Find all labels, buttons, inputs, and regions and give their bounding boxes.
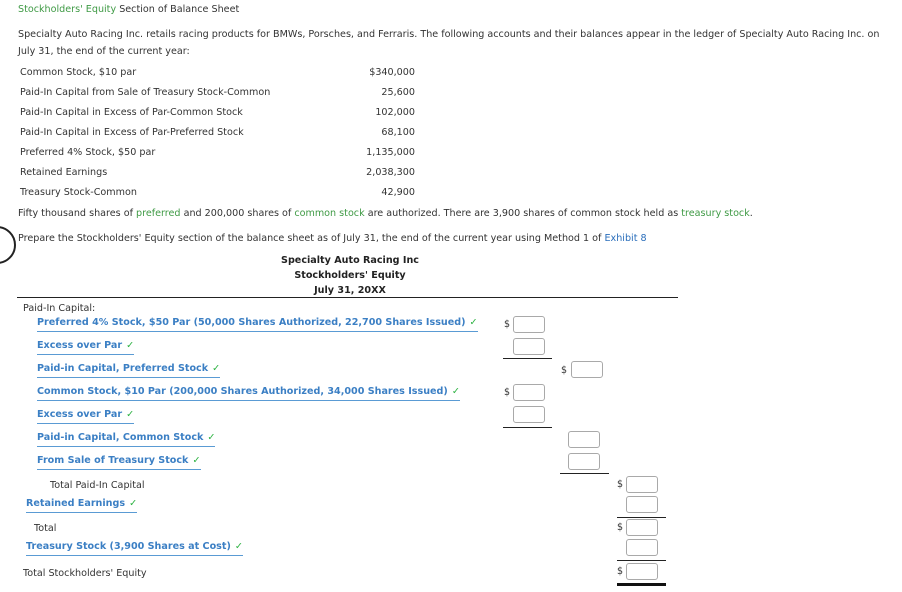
row-select-preferred-excess[interactable]: Excess over Par ✓ [37, 340, 135, 355]
total-amount-input[interactable] [626, 519, 658, 536]
common-stock-term[interactable]: common stock [294, 208, 364, 219]
account-value: 102,000 [375, 107, 415, 118]
page-header: Stockholders' Equity Section of Balance … [18, 4, 239, 15]
header-highlight: Stockholders' Equity [18, 4, 117, 15]
header-rest: Section of Balance Sheet [116, 4, 240, 15]
statement-company: Specialty Auto Racing Inc [281, 255, 419, 266]
preferred-excess-amount-input[interactable] [513, 338, 545, 355]
row-select-treasury-cost[interactable]: Treasury Stock (3,900 Shares at Cost) ✓ [26, 541, 243, 556]
note-text: . [749, 208, 753, 219]
common-stock-amount-input[interactable] [513, 384, 545, 401]
account-name: Preferred 4% Stock, $50 par [20, 147, 156, 158]
account-name: Common Stock, $10 par [20, 67, 137, 78]
common-excess-amount-input[interactable] [513, 406, 545, 423]
currency-symbol: $ [617, 522, 624, 533]
note-text: and 200,000 shares of [180, 208, 295, 219]
check-icon: ✓ [234, 541, 243, 552]
row-label: Common Stock, $10 Par (200,000 Shares Au… [37, 386, 448, 397]
row-select-treasury-sale[interactable]: From Sale of Treasury Stock ✓ [37, 455, 201, 470]
statement-date: July 31, 20XX [314, 285, 386, 296]
note-text: Fifty thousand shares of [18, 208, 137, 219]
row-select-preferred-paid-in[interactable]: Paid-in Capital, Preferred Stock ✓ [37, 363, 221, 378]
check-icon: ✓ [126, 409, 135, 420]
total-equity-label: Total Stockholders' Equity [23, 568, 147, 579]
row-label: Treasury Stock (3,900 Shares at Cost) [26, 541, 231, 552]
row-label: Retained Earnings [26, 498, 126, 509]
subtotal-rule [503, 427, 552, 428]
intro-text: Specialty Auto Racing Inc. retails racin… [18, 29, 880, 57]
statement-title: Stockholders' Equity [294, 270, 406, 281]
currency-symbol: $ [561, 365, 568, 376]
authorization-note: Fifty thousand shares of preferred and 2… [18, 208, 753, 219]
row-label: Preferred 4% Stock, $50 Par (50,000 Shar… [37, 317, 466, 328]
retained-earnings-amount-input[interactable] [626, 496, 658, 513]
row-label: Excess over Par [37, 409, 123, 420]
account-name: Treasury Stock-Common [20, 187, 137, 198]
account-name: Retained Earnings [20, 167, 108, 178]
account-name: Paid-In Capital in Excess of Par-Common … [20, 107, 243, 118]
check-icon: ✓ [126, 340, 135, 351]
total-paid-in-amount-input[interactable] [626, 476, 658, 493]
account-value: $340,000 [369, 67, 415, 78]
instructions: Prepare the Stockholders' Equity section… [18, 233, 647, 244]
check-icon: ✓ [192, 455, 201, 466]
common-paid-in-amount-input[interactable] [568, 431, 600, 448]
row-select-preferred-stock[interactable]: Preferred 4% Stock, $50 Par (50,000 Shar… [37, 317, 478, 332]
row-select-common-stock[interactable]: Common Stock, $10 Par (200,000 Shares Au… [37, 386, 460, 401]
subtotal-rule [617, 517, 666, 518]
account-value: 25,600 [381, 87, 415, 98]
row-label: Paid-in Capital, Preferred Stock [37, 363, 209, 374]
currency-symbol: $ [617, 479, 624, 490]
account-value: 2,038,300 [366, 167, 415, 178]
total-label: Total [34, 523, 57, 534]
check-icon: ✓ [212, 363, 221, 374]
check-icon: ✓ [207, 432, 216, 443]
account-value: 1,135,000 [366, 147, 415, 158]
total-equity-amount-input[interactable] [626, 563, 658, 580]
treasury-stock-term[interactable]: treasury stock [681, 208, 750, 219]
row-select-retained-earnings[interactable]: Retained Earnings ✓ [26, 498, 138, 513]
subtotal-rule [560, 473, 609, 474]
paid-in-capital-label: Paid-In Capital: [23, 303, 96, 314]
preferred-stock-amount-input[interactable] [513, 316, 545, 333]
question-marker-circle [0, 226, 16, 264]
double-total-rule [617, 583, 666, 586]
check-icon: ✓ [451, 386, 460, 397]
preferred-term[interactable]: preferred [136, 208, 181, 219]
note-text: are authorized. There are 3,900 shares o… [364, 208, 682, 219]
check-icon: ✓ [129, 498, 138, 509]
check-icon: ✓ [469, 317, 478, 328]
row-select-common-excess[interactable]: Excess over Par ✓ [37, 409, 135, 424]
row-label: Paid-in Capital, Common Stock [37, 432, 204, 443]
treasury-cost-amount-input[interactable] [626, 539, 658, 556]
preferred-paid-in-amount-input[interactable] [571, 361, 603, 378]
currency-symbol: $ [617, 566, 624, 577]
row-label: From Sale of Treasury Stock [37, 455, 189, 466]
currency-symbol: $ [504, 387, 511, 398]
statement-top-rule [17, 297, 678, 298]
subtotal-rule [503, 358, 552, 359]
row-select-common-paid-in[interactable]: Paid-in Capital, Common Stock ✓ [37, 432, 216, 447]
account-value: 68,100 [381, 127, 415, 138]
total-paid-in-label: Total Paid-In Capital [50, 480, 145, 491]
row-label: Excess over Par [37, 340, 123, 351]
account-name: Paid-In Capital from Sale of Treasury St… [20, 87, 271, 98]
instructions-text: Prepare the Stockholders' Equity section… [18, 233, 605, 244]
subtotal-rule [617, 560, 666, 561]
account-name: Paid-In Capital in Excess of Par-Preferr… [20, 127, 244, 138]
exhibit-link[interactable]: Exhibit 8 [604, 233, 646, 244]
treasury-sale-amount-input[interactable] [568, 453, 600, 470]
account-value: 42,900 [381, 187, 415, 198]
currency-symbol: $ [504, 319, 511, 330]
